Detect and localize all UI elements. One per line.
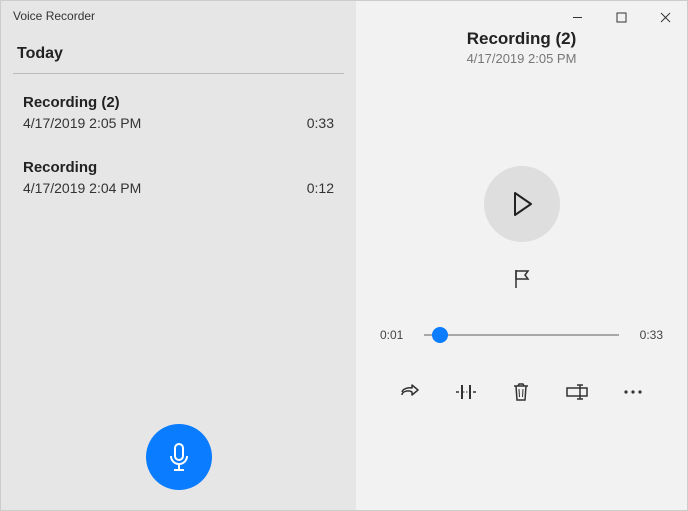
- play-icon: [511, 191, 533, 217]
- share-button[interactable]: [390, 374, 430, 410]
- delete-button[interactable]: [501, 374, 541, 410]
- more-icon: [623, 389, 643, 395]
- recording-duration: 0:33: [307, 115, 334, 131]
- play-button[interactable]: [484, 166, 560, 242]
- action-bar: [356, 374, 687, 410]
- seek-thumb[interactable]: [432, 327, 448, 343]
- recording-date: 4/17/2019 2:04 PM: [23, 180, 141, 196]
- app-title: Voice Recorder: [1, 1, 356, 27]
- recording-detail-header: Recording (2) 4/17/2019 2:05 PM: [356, 29, 687, 66]
- trim-icon: [454, 383, 478, 401]
- detail-date: 4/17/2019 2:05 PM: [356, 51, 687, 66]
- add-marker-button[interactable]: [356, 268, 687, 290]
- flag-icon: [512, 268, 532, 290]
- recording-duration: 0:12: [307, 180, 334, 196]
- group-header-today: Today: [1, 27, 356, 73]
- seek-track[interactable]: [424, 334, 619, 336]
- recording-item[interactable]: Recording 4/17/2019 2:04 PM 0:12: [1, 145, 356, 210]
- close-button[interactable]: [643, 1, 687, 33]
- trash-icon: [512, 382, 530, 402]
- playback-pane: Recording (2) 4/17/2019 2:05 PM 0:01: [356, 1, 687, 510]
- maximize-button[interactable]: [599, 1, 643, 33]
- recordings-list-pane: Voice Recorder Today Recording (2) 4/17/…: [1, 1, 356, 510]
- window-controls: [555, 1, 687, 33]
- microphone-icon: [166, 442, 192, 472]
- share-icon: [399, 382, 421, 402]
- total-time: 0:33: [633, 328, 663, 342]
- recording-item[interactable]: Recording (2) 4/17/2019 2:05 PM 0:33: [1, 80, 356, 145]
- playback-timeline: 0:01 0:33: [356, 328, 687, 342]
- rename-button[interactable]: [557, 374, 597, 410]
- trim-button[interactable]: [446, 374, 486, 410]
- divider: [13, 73, 344, 74]
- elapsed-time: 0:01: [380, 328, 410, 342]
- app-window: Voice Recorder Today Recording (2) 4/17/…: [0, 0, 688, 511]
- more-button[interactable]: [613, 374, 653, 410]
- recording-date: 4/17/2019 2:05 PM: [23, 115, 141, 131]
- minimize-button[interactable]: [555, 1, 599, 33]
- recording-name: Recording (2): [23, 94, 334, 111]
- recording-name: Recording: [23, 159, 334, 176]
- rename-icon: [565, 384, 589, 400]
- record-button[interactable]: [146, 424, 212, 490]
